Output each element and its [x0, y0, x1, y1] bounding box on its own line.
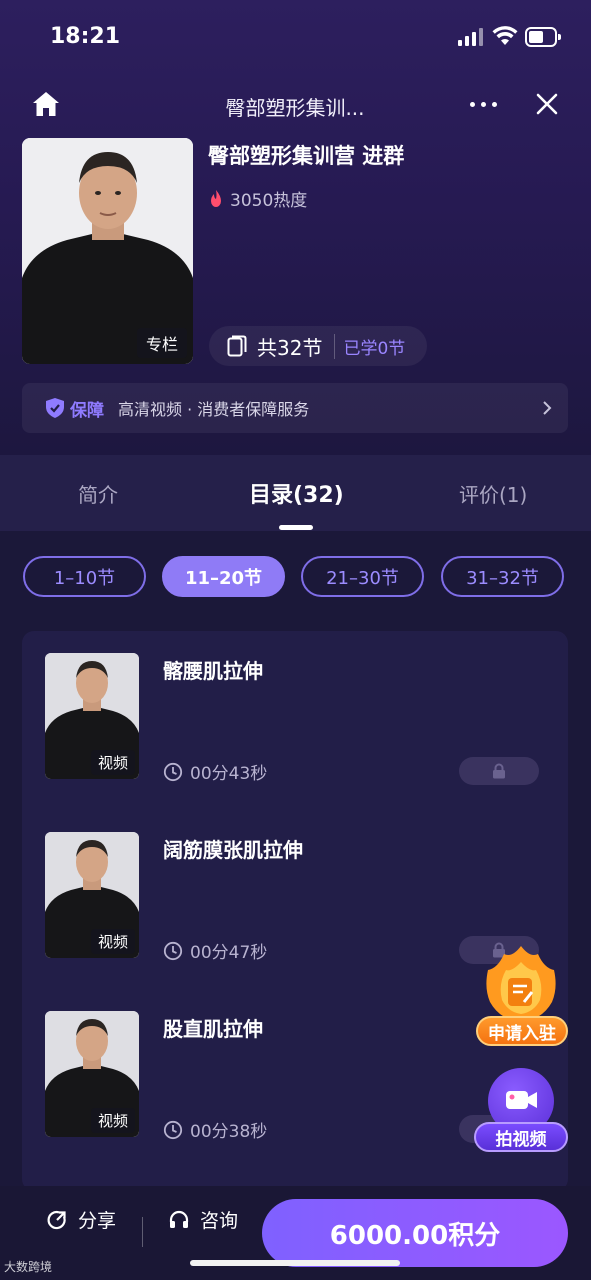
- lesson-duration: 00分43秒: [163, 759, 267, 784]
- battery-icon: [525, 27, 561, 47]
- status-bar: 18:21: [0, 0, 591, 72]
- lessons-total: 共32节: [257, 335, 323, 360]
- clock-icon: [163, 1120, 183, 1139]
- apply-join-button[interactable]: 申请入驻: [472, 944, 570, 1048]
- segment-chip-1-10[interactable]: 1–10节: [23, 556, 146, 597]
- tab-reviews[interactable]: 评价(1): [459, 479, 527, 508]
- lesson-item[interactable]: 视频 阔筋膜张肌拉伸 00分47秒: [22, 810, 568, 964]
- lesson-item[interactable]: 视频 髂腰肌拉伸 00分43秒: [22, 631, 568, 785]
- lesson-thumbnail: 视频: [45, 653, 139, 779]
- duration-text: 00分43秒: [190, 764, 268, 784]
- fire-badge-icon: [486, 946, 556, 1022]
- close-icon[interactable]: [535, 92, 559, 116]
- course-cover: 专栏: [22, 138, 193, 364]
- home-icon[interactable]: [31, 90, 61, 118]
- share-button[interactable]: 分享: [46, 1206, 116, 1233]
- clock-icon: [163, 941, 183, 960]
- duration-text: 00分38秒: [190, 1122, 268, 1142]
- lesson-title: 阔筋膜张肌拉伸: [163, 838, 303, 862]
- lesson-duration: 00分47秒: [163, 938, 267, 963]
- lesson-thumbnail: 视频: [45, 832, 139, 958]
- nav-title: 臀部塑形集训...: [225, 96, 365, 120]
- heat-text: 3050热度: [230, 191, 308, 211]
- guarantee-text: 高清视频 · 消费者保障服务: [118, 400, 310, 419]
- tab-intro[interactable]: 简介: [78, 479, 118, 508]
- guarantee-banner[interactable]: 保障 高清视频 · 消费者保障服务: [22, 383, 568, 433]
- lock-icon: [493, 763, 505, 779]
- cover-tag: 专栏: [136, 328, 187, 358]
- shoot-video-button[interactable]: 拍视频: [472, 1068, 570, 1156]
- lessons-summary: 共32节 已学0节: [209, 326, 427, 366]
- lesson-duration: 00分38秒: [163, 1117, 267, 1142]
- wifi-icon: [492, 26, 518, 45]
- tab-underline: [279, 525, 313, 530]
- segment-chip-21-30[interactable]: 21–30节: [301, 556, 424, 597]
- clock-icon: [163, 762, 183, 781]
- watermark: 大数跨境: [4, 1260, 53, 1274]
- flame-icon: [211, 189, 221, 207]
- guarantee-brand: 保障: [70, 400, 104, 421]
- heat-indicator: 3050热度: [208, 186, 307, 211]
- buy-button[interactable]: 6000.00积分: [262, 1199, 568, 1267]
- tab-catalog[interactable]: 目录(32): [249, 477, 344, 509]
- consult-label: 咨询: [200, 1210, 239, 1232]
- segment-chip-31-32[interactable]: 31–32节: [441, 556, 564, 597]
- course-title: 臀部塑形集训营 进群: [208, 144, 405, 168]
- home-indicator: [190, 1260, 400, 1266]
- status-time: 18:21: [50, 24, 121, 49]
- signal-icon: [458, 28, 484, 46]
- share-label: 分享: [78, 1210, 117, 1232]
- share-icon: [47, 1210, 66, 1229]
- thumb-tag: 视频: [90, 750, 135, 775]
- shield-icon: [46, 398, 64, 418]
- duration-text: 00分47秒: [190, 943, 268, 963]
- segment-chip-11-20[interactable]: 11–20节: [162, 556, 285, 597]
- lock-badge: [459, 757, 539, 785]
- headset-icon: [169, 1210, 189, 1228]
- apply-join-label: 申请入驻: [476, 1016, 568, 1046]
- book-icon: [227, 335, 247, 357]
- chevron-right-icon: [543, 401, 552, 415]
- lesson-title: 髂腰肌拉伸: [163, 659, 263, 683]
- divider: [142, 1217, 143, 1247]
- lesson-title: 股直肌拉伸: [163, 1017, 263, 1041]
- more-icon[interactable]: [466, 92, 502, 116]
- thumb-tag: 视频: [90, 929, 135, 954]
- lessons-learned: 已学0节: [334, 333, 405, 359]
- thumb-tag: 视频: [90, 1108, 135, 1133]
- consult-button[interactable]: 咨询: [168, 1206, 238, 1233]
- shoot-video-label: 拍视频: [474, 1122, 568, 1152]
- lesson-thumbnail: 视频: [45, 1011, 139, 1137]
- tab-bar: 简介 目录(32) 评价(1): [0, 455, 591, 531]
